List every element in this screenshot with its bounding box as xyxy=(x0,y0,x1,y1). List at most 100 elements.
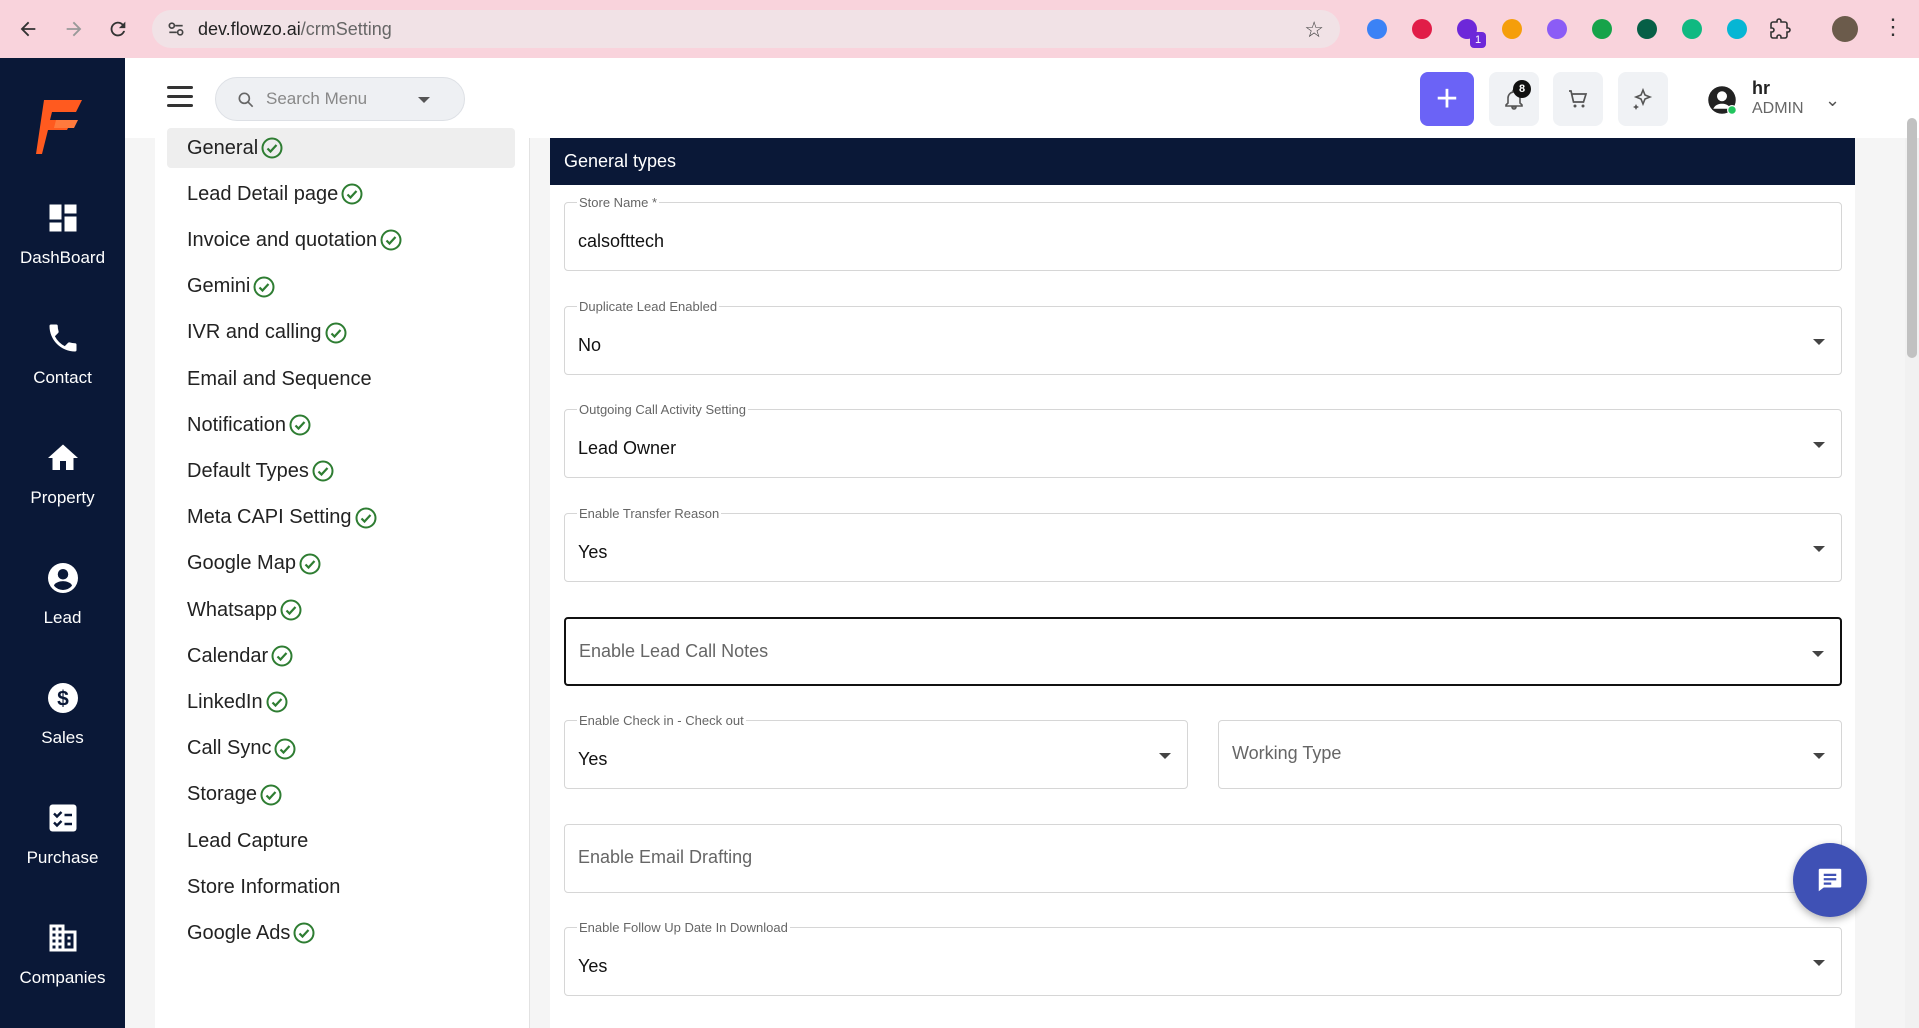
field-label: Enable Check in - Check out xyxy=(577,713,746,728)
chat-button[interactable] xyxy=(1793,843,1867,917)
extensions-bar: 1 xyxy=(1362,14,1752,48)
dropdown-arrow-icon xyxy=(1159,753,1171,759)
settings-menu-item[interactable]: Notification xyxy=(167,405,515,445)
outgoing-call-select[interactable]: Outgoing Call Activity Setting Lead Owne… xyxy=(564,402,1842,478)
ai-sparkle-button[interactable] xyxy=(1618,72,1668,126)
settings-menu-label: Default Types xyxy=(187,459,309,482)
settings-menu-item[interactable]: Storage xyxy=(167,775,515,815)
settings-menu-item[interactable]: Store Information xyxy=(167,867,515,907)
settings-menu-item[interactable]: Google Ads xyxy=(167,913,515,953)
rail-item-lead[interactable]: Lead xyxy=(0,560,125,660)
settings-menu-label: Google Map xyxy=(187,552,296,575)
browser-toolbar: dev.flowzo.ai/crmSetting ☆ 1 ⋮ xyxy=(0,0,1919,58)
ext-4-icon[interactable] xyxy=(1497,14,1527,44)
settings-menu-label: Email and Sequence xyxy=(187,367,372,390)
ext-7-icon[interactable] xyxy=(1632,14,1662,44)
ext-5-icon[interactable] xyxy=(1542,14,1572,44)
search-icon xyxy=(238,92,254,108)
rail-item-property[interactable]: Property xyxy=(0,440,125,540)
forward-icon[interactable] xyxy=(54,9,94,49)
field-value: calsofttech xyxy=(578,231,665,251)
working-type-select[interactable]: Working Type xyxy=(1218,720,1842,789)
settings-menu-item[interactable]: General xyxy=(167,128,515,168)
settings-menu-item[interactable]: Lead Detail page xyxy=(167,174,515,214)
notifications-button[interactable]: 8 xyxy=(1489,72,1539,126)
check-circle-icon xyxy=(260,784,282,806)
ext-8-icon[interactable] xyxy=(1677,14,1707,44)
settings-menu-item[interactable]: Calendar xyxy=(167,636,515,676)
chevron-down-icon[interactable] xyxy=(418,97,430,103)
settings-menu-item[interactable]: Invoice and quotation xyxy=(167,220,515,260)
reload-icon[interactable] xyxy=(98,9,138,49)
search-menu-input[interactable]: Search Menu xyxy=(215,77,465,121)
field-label: Duplicate Lead Enabled xyxy=(577,299,720,314)
settings-menu: General Lead Detail page Invoice and quota… xyxy=(155,128,530,1028)
settings-menu-item[interactable]: Google Map xyxy=(167,544,515,584)
svg-text:$: $ xyxy=(57,688,69,711)
ext-9-icon[interactable] xyxy=(1722,14,1752,44)
check-circle-icon xyxy=(289,414,311,436)
ext-1-icon[interactable] xyxy=(1362,14,1392,44)
settings-menu-item[interactable]: LinkedIn xyxy=(167,682,515,722)
user-avatar-icon xyxy=(1708,86,1737,115)
back-icon[interactable] xyxy=(8,9,48,49)
settings-menu-label: Whatsapp xyxy=(187,598,278,621)
duplicate-lead-select[interactable]: Duplicate Lead Enabled No xyxy=(564,299,1842,375)
ext-6-icon[interactable] xyxy=(1587,14,1617,44)
main-sidebar: DashBoard Contact Property Lead $ Sales … xyxy=(0,58,125,1028)
extension-glyph xyxy=(1727,19,1747,39)
ext-3-icon[interactable]: 1 xyxy=(1452,14,1486,48)
settings-menu-item[interactable]: IVR and calling xyxy=(167,313,515,353)
flowzo-logo[interactable] xyxy=(34,96,92,158)
check-in-out-select[interactable]: Enable Check in - Check out Yes xyxy=(564,713,1188,789)
rail-item-dashboard[interactable]: DashBoard xyxy=(0,200,125,300)
dashboard-icon xyxy=(49,204,76,232)
scrollbar-thumb[interactable] xyxy=(1907,118,1917,358)
settings-menu-label: Meta CAPI Setting xyxy=(187,506,352,529)
settings-menu-item[interactable]: Gemini xyxy=(167,267,515,307)
check-circle-icon xyxy=(355,507,377,529)
field-placeholder: Working Type xyxy=(1232,743,1342,763)
user-menu[interactable]: hr ADMIN ⌄ xyxy=(1707,76,1907,124)
menu-toggle-icon[interactable] xyxy=(167,86,193,108)
site-info-icon[interactable] xyxy=(166,19,186,39)
settings-menu-item[interactable]: Whatsapp xyxy=(167,590,515,630)
check-circle-icon xyxy=(271,645,293,667)
rail-label: Lead xyxy=(43,608,82,627)
cart-button[interactable] xyxy=(1553,72,1603,126)
settings-menu-label: Gemini xyxy=(187,275,251,298)
settings-menu-item[interactable]: Lead Capture xyxy=(167,821,515,861)
dropdown-arrow-icon xyxy=(1812,651,1824,657)
follow-up-date-select[interactable]: Enable Follow Up Date In Download Yes xyxy=(564,920,1842,996)
extension-glyph xyxy=(1367,19,1387,39)
settings-menu-item[interactable]: Default Types xyxy=(167,451,515,491)
extensions-puzzle-icon[interactable] xyxy=(1768,17,1794,43)
field-value: Lead Owner xyxy=(578,438,677,458)
check-circle-icon xyxy=(299,553,321,575)
address-bar[interactable]: dev.flowzo.ai/crmSetting ☆ xyxy=(152,10,1340,48)
browser-menu-icon[interactable]: ⋮ xyxy=(1882,14,1904,40)
bookmark-star-icon[interactable]: ☆ xyxy=(1304,17,1324,43)
rail-item-purchase[interactable]: Purchase xyxy=(0,800,125,900)
user-circle-icon xyxy=(47,563,78,593)
building-icon xyxy=(49,924,76,952)
settings-menu-item[interactable]: Email and Sequence xyxy=(167,359,515,399)
rail-item-contact[interactable]: Contact xyxy=(0,320,125,420)
chevron-down-icon[interactable]: ⌄ xyxy=(1825,90,1840,111)
extension-badge: 1 xyxy=(1470,32,1486,48)
check-circle-icon xyxy=(266,691,288,713)
email-drafting-select[interactable]: Enable Email Drafting xyxy=(564,824,1842,893)
settings-menu-item[interactable]: Meta CAPI Setting xyxy=(167,498,515,538)
extension-glyph xyxy=(1592,19,1612,39)
rail-item-sales[interactable]: $ Sales xyxy=(0,680,125,780)
rail-item-companies[interactable]: Companies xyxy=(0,920,125,1020)
store-name-field[interactable]: Store Name * calsofttech xyxy=(564,195,1842,271)
profile-avatar[interactable] xyxy=(1832,16,1858,42)
check-circle-icon xyxy=(253,276,275,298)
ext-2-icon[interactable] xyxy=(1407,14,1437,44)
add-button[interactable]: + xyxy=(1420,72,1474,126)
dropdown-arrow-icon xyxy=(1813,960,1825,966)
lead-call-notes-select[interactable]: Enable Lead Call Notes xyxy=(564,617,1842,686)
transfer-reason-select[interactable]: Enable Transfer Reason Yes xyxy=(564,506,1842,582)
settings-menu-item[interactable]: Call Sync xyxy=(167,729,515,769)
